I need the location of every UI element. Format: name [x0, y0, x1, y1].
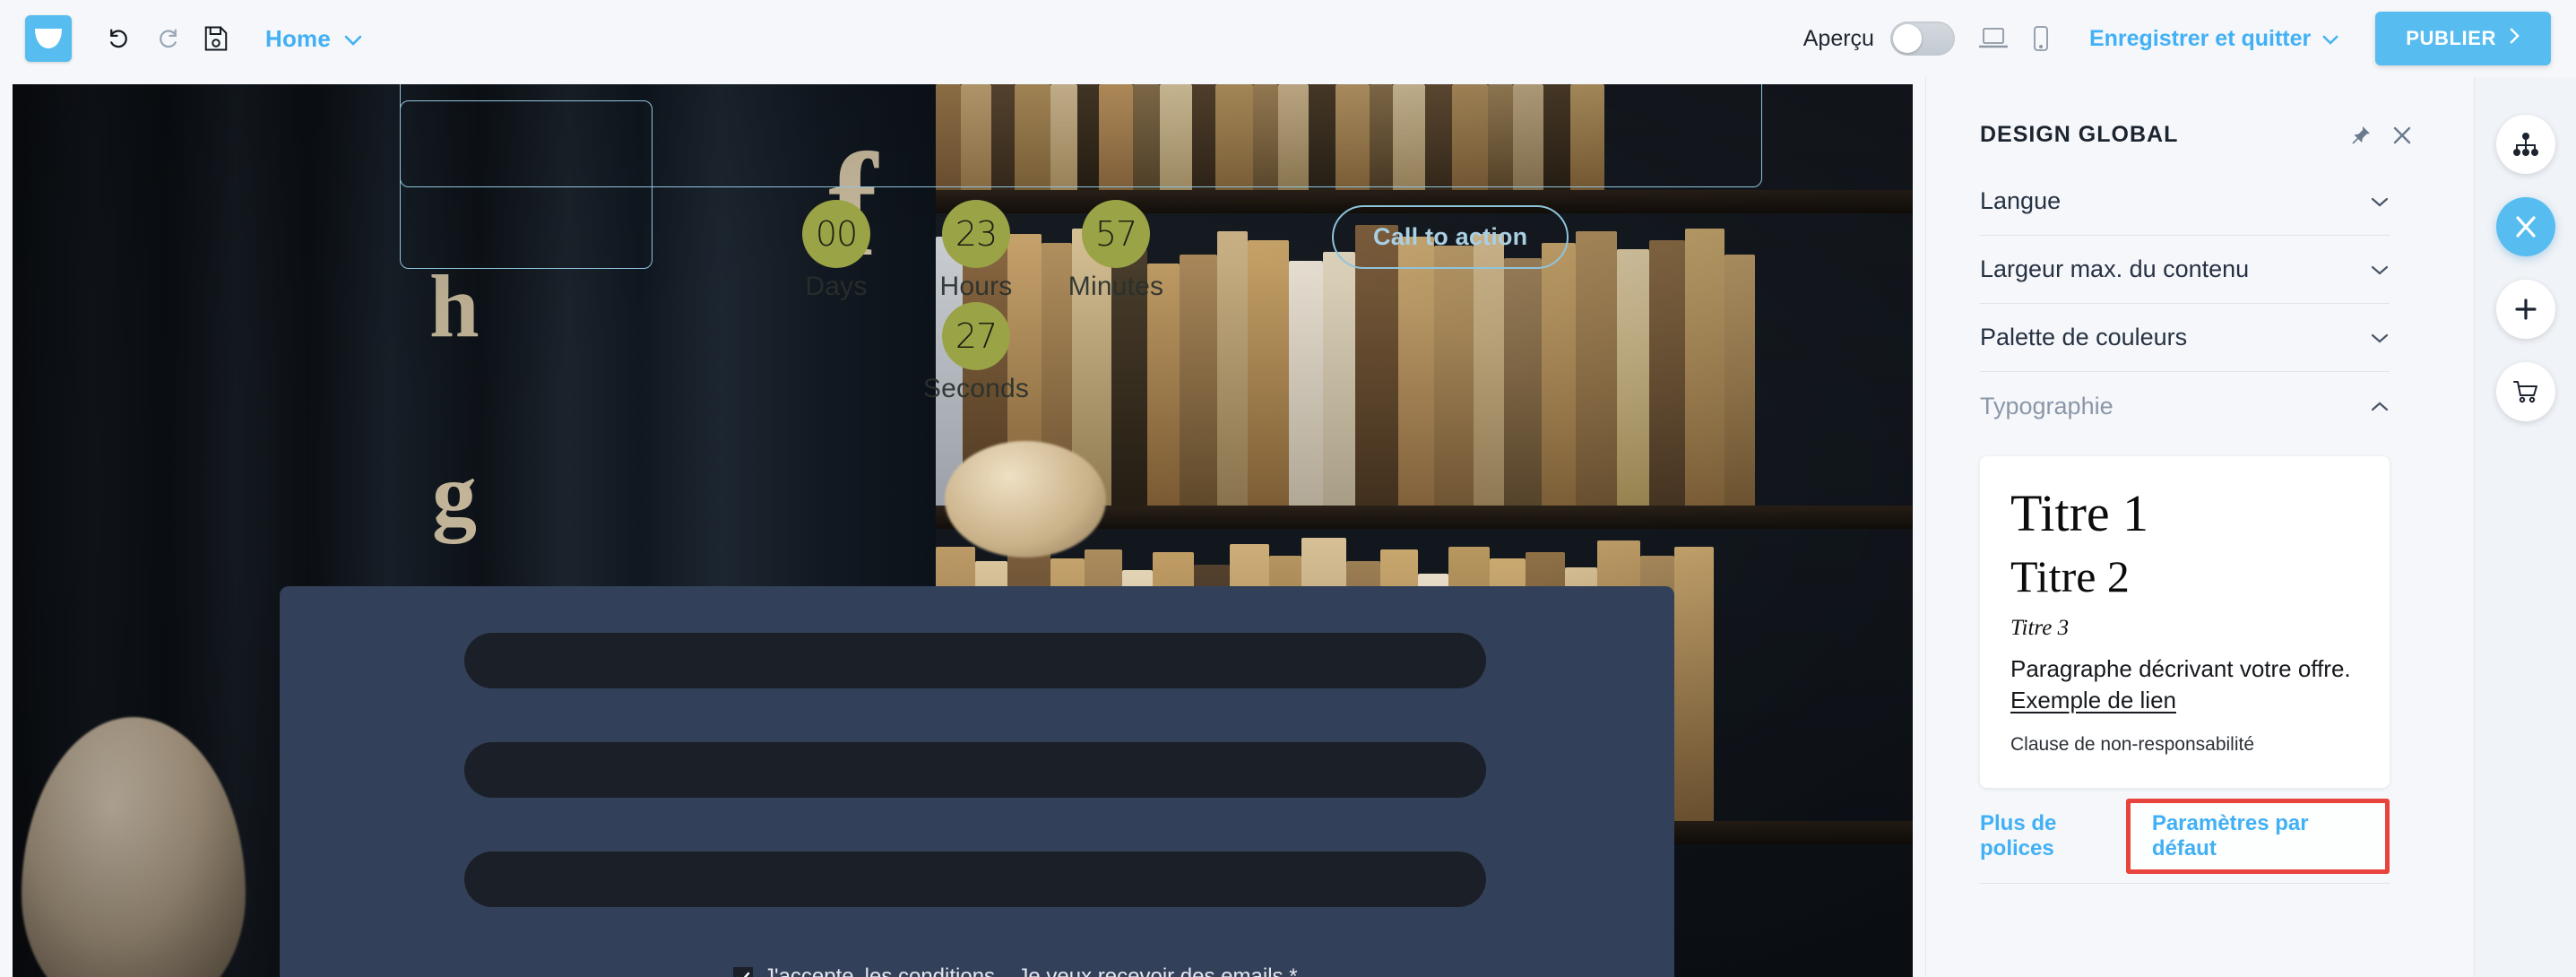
typography-heading-1: Titre 1 [2010, 484, 2149, 542]
top-toolbar: Home Aperçu Enregistrer et quitter PUBLI… [0, 0, 2576, 77]
chevron-down-icon [2370, 195, 2390, 208]
design-pen-x-icon[interactable] [2495, 197, 2555, 256]
mobile-icon[interactable] [2032, 25, 2050, 52]
default-settings-button[interactable]: Paramètres par défaut [2152, 811, 2364, 861]
countdown-unit: 57 Minutes [1056, 200, 1176, 302]
publish-label: PUBLIER [2406, 27, 2496, 49]
chevron-down-icon [2321, 26, 2339, 52]
chevron-down-icon [2370, 264, 2390, 276]
consent-row: J'accepte les conditions . Je veux recev… [733, 964, 1298, 977]
countdown-unit: 00 Days [776, 200, 896, 302]
signup-form-panel[interactable]: J'accepte les conditions . Je veux recev… [280, 586, 1674, 977]
countdown-block-outline[interactable] [400, 100, 653, 269]
countdown-value: 00 [802, 200, 870, 268]
close-icon[interactable] [2391, 125, 2413, 146]
right-action-rail [2474, 77, 2576, 977]
save-and-quit-label: Enregistrer et quitter [2088, 25, 2312, 51]
countdown-unit: 23 Hours [916, 200, 1036, 302]
countdown-unit: 27 Seconds [916, 302, 1036, 404]
typography-actions: Plus de polices Paramètres par défaut [1926, 799, 2443, 875]
accordion-label: Largeur max. du contenu [1980, 255, 2250, 282]
undo-icon[interactable] [95, 14, 143, 63]
chevron-down-icon [2370, 332, 2390, 344]
sitemap-icon[interactable] [2495, 115, 2555, 174]
call-to-action-button[interactable]: Call to action [1332, 205, 1569, 269]
panel-accordion: Langue Largeur max. du contenu Palette d… [1926, 168, 2443, 440]
preview-label: Aperçu [1802, 25, 1874, 51]
typography-heading-2: Titre 2 [2010, 551, 2130, 602]
countdown-timer[interactable]: 00 Days 23 Hours 57 Minutes 27 Seconds [744, 180, 1208, 403]
accordion-label: Palette de couleurs [1980, 324, 2188, 350]
preview-toggle-knob [1892, 24, 1922, 53]
chevron-right-icon [2509, 27, 2520, 50]
typography-link-sample[interactable]: Exemple de lien [2010, 687, 2176, 714]
accordion-section-langue[interactable]: Langue [1980, 168, 2390, 236]
countdown-label: Seconds [922, 374, 1030, 403]
consent-checkbox[interactable] [733, 967, 753, 977]
consent-terms-link[interactable]: les conditions [865, 964, 995, 977]
desktop-icon[interactable] [1978, 26, 2009, 51]
typography-paragraph: Paragraphe décrivant votre offre. [2010, 655, 2351, 683]
brevo-logo-icon[interactable] [25, 15, 72, 62]
accordion-label: Langue [1980, 187, 2062, 214]
accordion-section-palette[interactable]: Palette de couleurs [1980, 304, 2390, 372]
form-input-2[interactable] [464, 742, 1486, 798]
countdown-value: 23 [942, 200, 1010, 268]
typography-disclaimer: Clause de non-responsabilité [2010, 734, 2255, 756]
countdown-label: Hours [939, 272, 1013, 301]
global-design-panel: DESIGN GLOBAL Langue Largeur max. du con… [1925, 77, 2443, 977]
preview-toggle[interactable] [1889, 22, 1955, 56]
typography-heading-3: Titre 3 [2010, 616, 2070, 641]
panel-header: DESIGN GLOBAL [1926, 77, 2443, 148]
accordion-section-largeur-max[interactable]: Largeur max. du contenu [1980, 236, 2390, 304]
save-and-quit-button[interactable]: Enregistrer et quitter [2089, 26, 2339, 52]
plus-icon[interactable] [2495, 280, 2555, 339]
chevron-up-icon [2370, 400, 2390, 412]
cart-icon[interactable] [2495, 362, 2555, 421]
page-selector[interactable]: Home [265, 25, 363, 53]
panel-divider [1980, 883, 2390, 885]
publish-button[interactable]: PUBLIER [2375, 12, 2551, 65]
save-disk-icon[interactable] [192, 14, 240, 63]
chevron-down-icon [343, 25, 363, 53]
countdown-value: 27 [942, 302, 1010, 370]
countdown-label: Days [805, 272, 868, 301]
countdown-value: 57 [1082, 200, 1150, 268]
accordion-label: Typographie [1980, 392, 2114, 419]
consent-text-suffix: . Je veux recevoir des emails * [1006, 964, 1298, 977]
page-preview-canvas[interactable]: h g f 00 Days 23 Hours 57 Minutes 27 Sec… [13, 84, 1913, 977]
consent-text-prefix: J'accepte [764, 964, 854, 977]
form-input-3[interactable] [464, 852, 1486, 907]
page-selector-label: Home [265, 24, 332, 52]
default-settings-highlight: Paramètres par défaut [2125, 799, 2390, 875]
countdown-label: Minutes [1068, 272, 1164, 301]
typography-preview-card: Titre 1 Titre 2 Titre 3 Paragraphe décri… [1980, 456, 2390, 789]
more-fonts-link[interactable]: Plus de polices [1980, 811, 2126, 861]
pin-icon[interactable] [2350, 125, 2372, 146]
redo-icon[interactable] [143, 14, 192, 63]
form-input-1[interactable] [464, 633, 1486, 688]
panel-title: DESIGN GLOBAL [1980, 122, 2179, 147]
accordion-section-typographie[interactable]: Typographie [1980, 372, 2390, 440]
